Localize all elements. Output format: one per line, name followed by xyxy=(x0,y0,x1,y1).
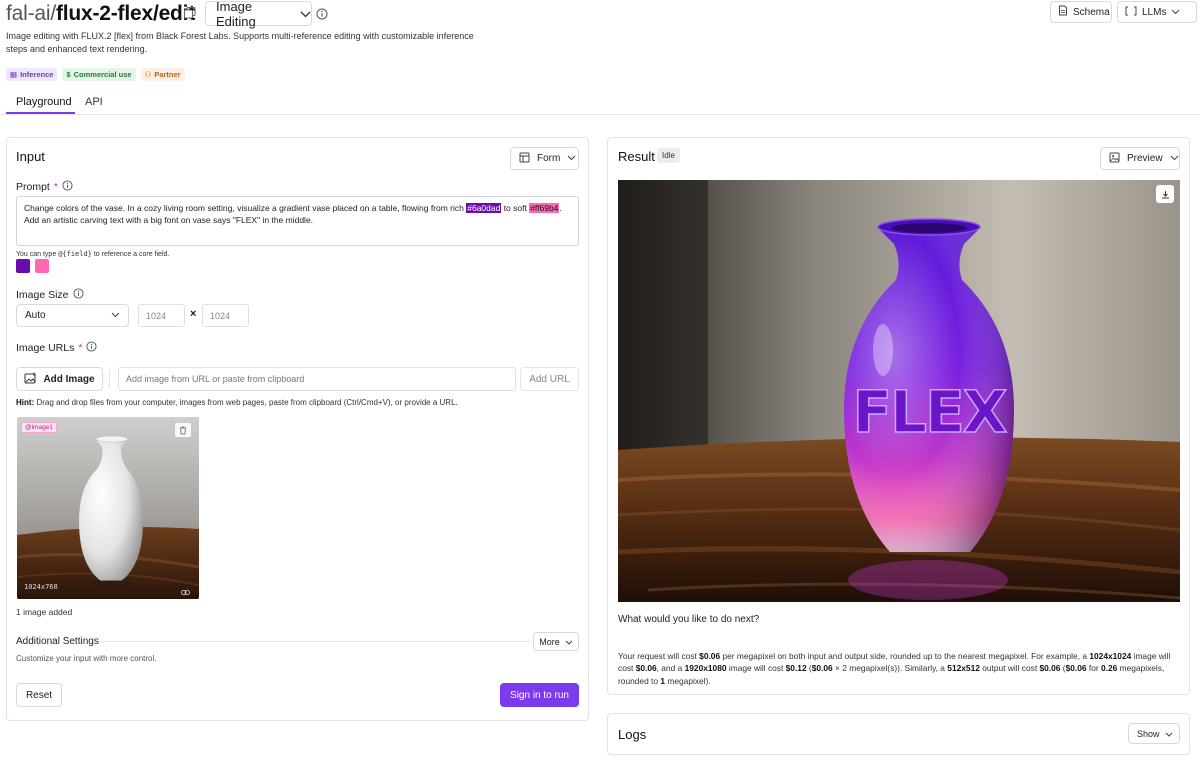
height-input[interactable]: 1024 xyxy=(202,304,249,327)
commercial-badge: $ Commercial use xyxy=(62,68,136,81)
model-owner: fal-ai/ xyxy=(6,2,56,25)
table-icon xyxy=(519,152,530,166)
chevron-down-icon xyxy=(1170,153,1179,164)
page-title: fal-ai/flux-2-flex/edit xyxy=(6,2,195,26)
add-image-button[interactable]: Add Image xyxy=(16,367,103,391)
next-steps-question: What would you like to do next? xyxy=(618,614,760,625)
color-token: #ff69b4 xyxy=(529,203,560,213)
divider xyxy=(109,370,110,388)
width-input[interactable]: 1024 xyxy=(138,304,185,327)
color-swatch-pink[interactable] xyxy=(35,259,49,273)
llms-label: LLMs xyxy=(1142,6,1167,18)
sign-in-to-run-button[interactable]: Sign in to run xyxy=(500,683,579,707)
chevron-down-icon xyxy=(1165,729,1173,739)
image-dimensions: 1024x768 xyxy=(24,583,58,591)
upload-hint: Hint: Drag and drop files from your comp… xyxy=(16,398,458,407)
chevron-down-icon xyxy=(565,637,573,647)
image-url-input[interactable]: Add image from URL or paste from clipboa… xyxy=(118,367,516,391)
result-image[interactable]: FLEX xyxy=(618,180,1180,602)
thumbnail-picture xyxy=(17,417,199,599)
chevron-down-icon xyxy=(111,310,120,321)
schema-label: Schema xyxy=(1073,6,1110,18)
pricing-info: Your request will cost $0.06 per megapix… xyxy=(618,651,1171,686)
dollar-icon: $ xyxy=(66,70,71,79)
result-picture: FLEX xyxy=(618,180,1180,602)
model-name: flux-2-flex/edit xyxy=(55,2,196,25)
form-view-dropdown[interactable]: Form xyxy=(510,147,579,170)
color-token: #6a0dad xyxy=(466,203,502,213)
images-added-count: 1 image added xyxy=(16,607,73,617)
chevron-down-icon xyxy=(1171,7,1180,18)
partner-icon: ⚇ xyxy=(144,70,152,79)
add-url-button[interactable]: Add URL xyxy=(520,367,579,391)
brackets-icon xyxy=(1125,6,1137,19)
result-title: Result xyxy=(618,149,655,164)
grid-icon: ▦ xyxy=(10,70,18,79)
category-dropdown[interactable]: Image Editing xyxy=(205,0,312,29)
image-add-icon xyxy=(24,372,37,387)
more-settings-button[interactable]: More xyxy=(533,632,579,651)
required-marker: * xyxy=(53,181,58,193)
download-icon[interactable] xyxy=(1156,185,1174,203)
image-urls-label: Image URLs * xyxy=(16,341,97,355)
preview-view-dropdown[interactable]: Preview xyxy=(1100,147,1180,170)
logs-title: Logs xyxy=(618,727,647,742)
field-reference-hint: You can type @{field} to reference a cor… xyxy=(16,250,170,258)
divider xyxy=(100,641,530,642)
prompt-label: Prompt * xyxy=(16,180,73,194)
additional-settings-description: Customize your input with more control. xyxy=(16,654,157,663)
document-icon xyxy=(1058,5,1068,19)
tab-playground[interactable]: Playground xyxy=(16,96,72,108)
chevron-down-icon xyxy=(300,6,311,21)
image-size-value: Auto xyxy=(25,310,46,321)
required-marker: * xyxy=(78,342,83,354)
link-icon[interactable] xyxy=(181,583,190,599)
trash-icon[interactable] xyxy=(175,423,191,437)
active-tab-indicator xyxy=(6,112,75,114)
vase-carved-text: FLEX xyxy=(853,378,1007,446)
color-swatch-purple[interactable] xyxy=(16,259,30,273)
chevron-down-icon xyxy=(567,153,576,164)
form-label: Form xyxy=(537,153,561,164)
schema-button[interactable]: Schema xyxy=(1050,1,1112,23)
additional-settings-title: Additional Settings xyxy=(16,636,99,647)
reset-button[interactable]: Reset xyxy=(16,683,62,707)
model-description: Image editing with FLUX.2 [flex] from Bl… xyxy=(6,31,474,54)
preview-label: Preview xyxy=(1127,153,1163,164)
input-image-thumbnail[interactable]: @image1 1024x768 xyxy=(17,417,199,599)
image-tag-badge: @image1 xyxy=(21,422,57,433)
copy-icon[interactable] xyxy=(183,6,197,20)
logs-panel xyxy=(607,713,1190,755)
input-title: Input xyxy=(16,149,45,164)
prompt-textarea[interactable]: Change colors of the vase. In a cozy liv… xyxy=(16,196,579,246)
status-badge: Idle xyxy=(657,148,680,163)
image-size-label: Image Size xyxy=(16,288,84,302)
partner-badge: ⚇ Partner xyxy=(140,68,185,81)
inference-badge: ▦ Inference xyxy=(6,68,58,81)
image-size-select[interactable]: Auto xyxy=(16,304,129,327)
logs-show-button[interactable]: Show xyxy=(1128,723,1180,744)
category-label: Image Editing xyxy=(216,0,256,29)
image-icon xyxy=(1109,152,1120,166)
llms-button[interactable]: LLMs xyxy=(1117,1,1197,23)
times-sign: × xyxy=(190,308,197,320)
info-icon[interactable] xyxy=(86,341,97,355)
tab-bar: Playground API xyxy=(0,92,1200,115)
info-icon[interactable] xyxy=(62,180,73,194)
info-icon[interactable] xyxy=(316,7,328,20)
badges: ▦ Inference $ Commercial use ⚇ Partner xyxy=(6,68,185,81)
tab-api[interactable]: API xyxy=(85,96,103,108)
info-icon[interactable] xyxy=(72,288,84,302)
